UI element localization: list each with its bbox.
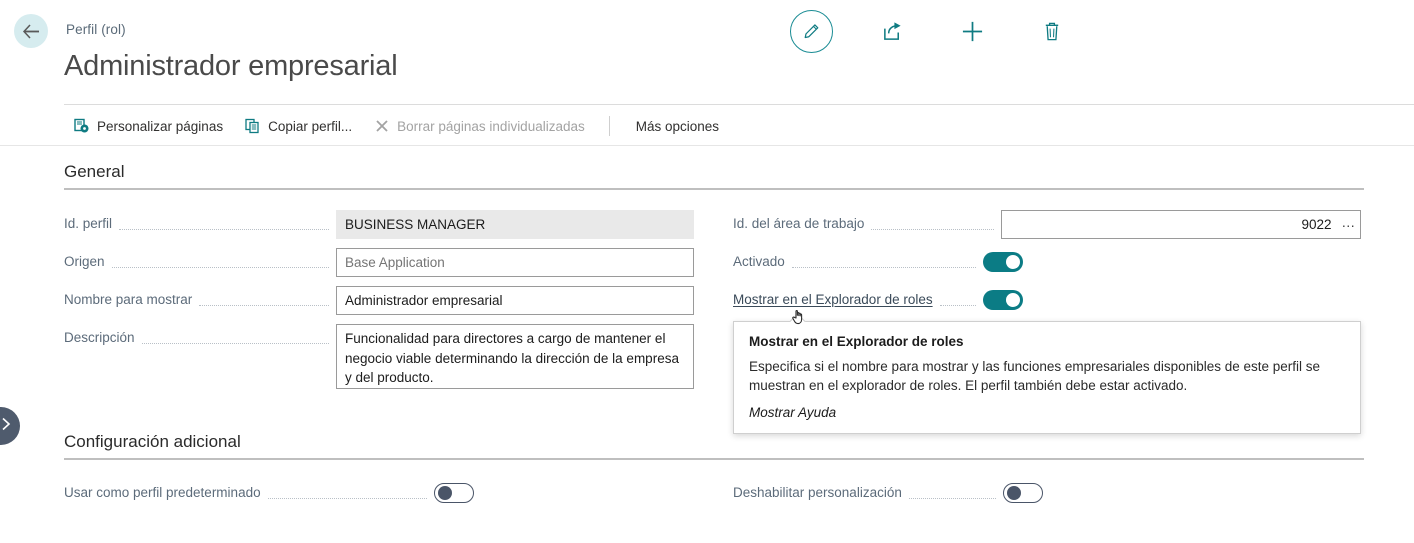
page-title: Administrador empresarial (64, 50, 398, 82)
field-label: Descripción (64, 330, 135, 345)
field-descripcion: Descripción (64, 324, 694, 394)
tooltip-arrow (790, 313, 806, 322)
action-mas-opciones[interactable]: Más opciones (626, 115, 731, 138)
field-mostrar-en-explorador-de-roles: Mostrar en el Explorador de roles (733, 286, 1023, 314)
action-label: Más opciones (635, 118, 720, 134)
copy-icon (245, 118, 261, 134)
dot-leader (141, 324, 329, 344)
action-label: Copiar perfil... (268, 118, 353, 134)
usar-como-perfil-predeterminado-toggle[interactable] (434, 483, 474, 503)
pencil-icon (802, 22, 821, 41)
chevron-right-icon (0, 417, 11, 436)
toggle-knob (1006, 293, 1020, 307)
tooltip-body: Especifica si el nombre para mostrar y l… (749, 359, 1321, 393)
descripcion-textarea[interactable] (336, 324, 694, 389)
action-label: Borrar páginas individualizadas (397, 118, 585, 134)
nombre-para-mostrar-input[interactable] (336, 286, 694, 315)
dot-leader (119, 210, 329, 230)
dot-leader (791, 248, 976, 268)
share-icon (882, 21, 903, 42)
workspace-id-lookup-group: … (1001, 210, 1361, 239)
additional-section: Configuración adicional (64, 432, 1364, 460)
action-copiar-perfil[interactable]: Copiar perfil... (235, 114, 364, 138)
field-origen: Origen (64, 248, 694, 277)
dot-leader (267, 479, 427, 499)
field-activado: Activado (733, 248, 1023, 276)
general-section: General (64, 162, 1364, 190)
action-separator (608, 116, 610, 136)
header-action-icons (790, 10, 1073, 53)
plus-icon (961, 20, 984, 43)
page-header: Perfil (rol) Administrador empresarial (0, 0, 1414, 105)
activado-toggle[interactable] (983, 252, 1023, 272)
customize-pages-icon (74, 118, 90, 134)
deshabilitar-personalizacion-toggle[interactable] (1003, 483, 1043, 503)
field-label: Deshabilitar personalización (733, 485, 902, 500)
share-button[interactable] (871, 11, 913, 53)
action-bar: Personalizar páginas Copiar perfil... Bo… (64, 108, 1414, 144)
field-label: Id. perfil (64, 216, 113, 231)
close-x-icon (374, 118, 390, 134)
tooltip-title: Mostrar en el Explorador de roles (749, 334, 964, 349)
toggle-knob (437, 485, 452, 500)
dot-leader (871, 210, 994, 230)
additional-section-rule (64, 458, 1364, 460)
field-id-area-de-trabajo: Id. del área de trabajo … (733, 210, 1361, 239)
toggle-knob (1006, 485, 1021, 500)
breadcrumb[interactable]: Perfil (rol) (66, 22, 126, 37)
field-label: Activado (733, 254, 785, 269)
delete-button[interactable] (1031, 11, 1073, 53)
trash-icon (1042, 21, 1062, 42)
toggle-knob (1006, 255, 1020, 269)
general-section-rule (64, 188, 1364, 190)
arrow-left-icon (22, 23, 41, 39)
id-area-de-trabajo-input[interactable] (1002, 211, 1338, 238)
edit-button[interactable] (790, 10, 833, 53)
field-label: Origen (64, 254, 105, 269)
dot-leader (908, 479, 996, 499)
field-nombre-para-mostrar: Nombre para mostrar (64, 286, 694, 315)
field-label: Nombre para mostrar (64, 292, 193, 307)
action-personalizar-paginas[interactable]: Personalizar páginas (64, 114, 235, 138)
dot-leader (111, 248, 329, 268)
field-label-link[interactable]: Mostrar en el Explorador de roles (733, 286, 933, 314)
field-tooltip: Mostrar en el Explorador de roles Especi… (733, 321, 1361, 434)
field-deshabilitar-personalizacion: Deshabilitar personalización (733, 479, 1043, 507)
new-button[interactable] (951, 11, 993, 53)
tooltip-help-link[interactable]: Mostrar Ayuda (749, 405, 1345, 420)
back-button[interactable] (14, 14, 48, 48)
id-perfil-input[interactable] (336, 210, 694, 239)
action-label: Personalizar páginas (97, 118, 224, 134)
left-edge-expand-handle[interactable] (0, 407, 20, 445)
field-label: Usar como perfil predeterminado (64, 485, 261, 500)
dot-leader (939, 286, 976, 306)
action-bar-divider (0, 145, 1414, 146)
action-borrar-paginas-individualizadas: Borrar páginas individualizadas (364, 114, 597, 138)
field-id-perfil: Id. perfil (64, 210, 694, 239)
header-divider (64, 104, 1414, 105)
dot-leader (199, 286, 329, 306)
general-section-title: General (64, 162, 125, 181)
lookup-ellipsis-button[interactable]: … (1338, 211, 1360, 238)
field-usar-como-perfil-predeterminado: Usar como perfil predeterminado (64, 479, 474, 507)
origen-input[interactable] (336, 248, 694, 277)
field-label: Id. del área de trabajo (733, 216, 865, 231)
additional-section-title: Configuración adicional (64, 432, 241, 451)
mostrar-en-explorador-de-roles-toggle[interactable] (983, 290, 1023, 310)
